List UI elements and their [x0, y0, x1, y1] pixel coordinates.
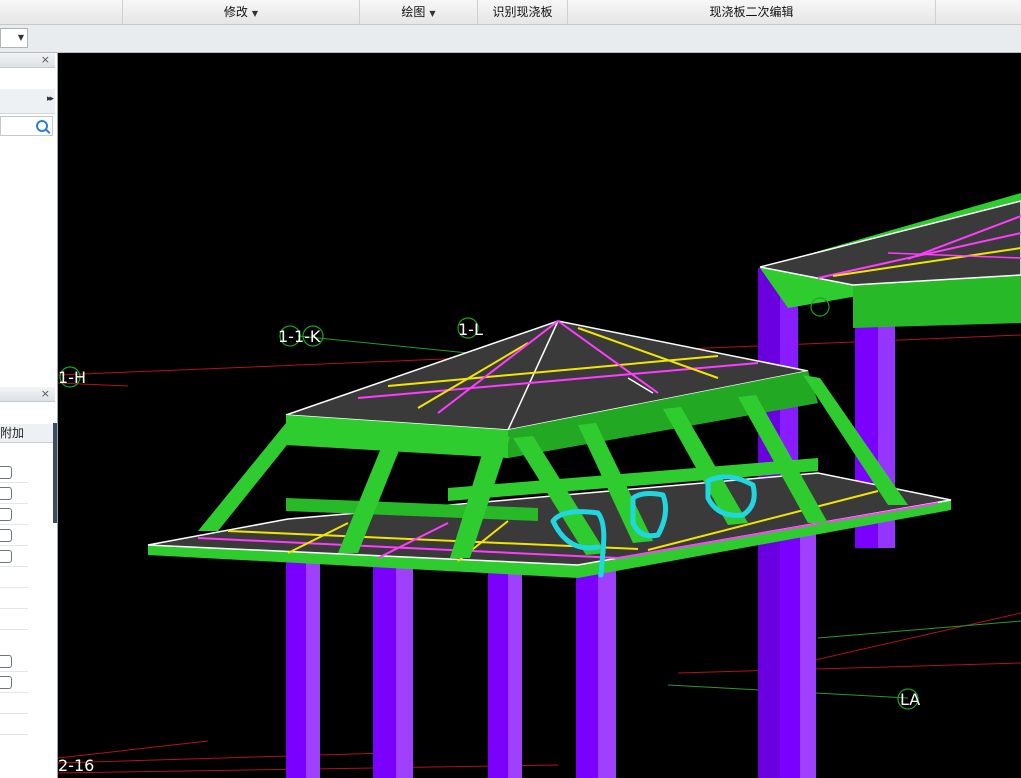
menu-blank — [0, 0, 123, 24]
toolbar: ▼ — [0, 25, 1021, 53]
search-icon[interactable] — [36, 120, 48, 132]
list-item — [0, 546, 28, 567]
chevron-down-icon: ▼ — [251, 9, 259, 18]
menu-identify-slab[interactable]: 识别现浇板 — [478, 0, 568, 24]
menu-bar: 修改 ▼ 绘图 ▼ 识别现浇板 现浇板二次编辑 — [0, 0, 1021, 25]
menu-draw-label: 绘图 — [401, 5, 426, 19]
3d-viewport[interactable]: 1-1-K 1-L 1-H LA 2-16 — [58, 53, 1021, 778]
list-item — [0, 693, 28, 714]
panel-splitter[interactable] — [53, 423, 57, 523]
checkbox[interactable] — [0, 466, 12, 479]
checkbox[interactable] — [0, 487, 12, 500]
panel-toolbar: ▸▸ — [0, 89, 55, 114]
close-icon[interactable]: × — [41, 387, 50, 401]
list-item — [0, 567, 28, 588]
list-item — [0, 588, 28, 609]
menu-modify[interactable]: 修改 ▼ — [123, 0, 360, 24]
axis-label-1-h: 1-H — [58, 368, 86, 387]
left-panel: × ▸▸ × 附加 — [0, 53, 58, 778]
list-item — [0, 609, 28, 630]
chevron-down-icon: ▼ — [17, 33, 24, 42]
expand-icon[interactable]: ▸▸ — [47, 94, 54, 104]
search-input[interactable] — [0, 116, 53, 136]
list-item — [0, 483, 28, 504]
menu-slab-secondary-edit[interactable]: 现浇板二次编辑 — [568, 0, 936, 24]
list-item — [0, 504, 28, 525]
checkbox[interactable] — [0, 508, 12, 521]
list-item — [0, 672, 28, 693]
column-header: 附加 — [0, 424, 55, 443]
close-icon[interactable]: × — [41, 53, 50, 67]
axis-label-1-l: 1-L — [458, 320, 483, 339]
menu-draw[interactable]: 绘图 ▼ — [360, 0, 478, 24]
list-item — [0, 714, 28, 735]
panel-header-top: × — [0, 53, 55, 68]
checkbox[interactable] — [0, 655, 12, 668]
chevron-down-icon: ▼ — [429, 9, 436, 18]
menu-modify-label: 修改 — [223, 5, 248, 19]
axis-label-1-1-k: 1-1-K — [278, 327, 321, 346]
menu-slab-secondary-edit-label: 现浇板二次编辑 — [709, 5, 794, 19]
checkbox[interactable] — [0, 550, 12, 563]
column-header-label: 附加 — [0, 426, 25, 440]
checkbox[interactable] — [0, 529, 12, 542]
checkbox[interactable] — [0, 676, 12, 689]
axis-label-la: LA — [900, 690, 920, 709]
menu-identify-slab-label: 识别现浇板 — [492, 5, 553, 19]
list-item — [0, 651, 28, 672]
list-item — [0, 525, 28, 546]
floor-select[interactable]: ▼ — [0, 28, 28, 48]
list-item — [0, 462, 28, 483]
panel-header-bottom: × — [0, 387, 55, 402]
axis-label-2-16: 2-16 — [58, 756, 94, 775]
